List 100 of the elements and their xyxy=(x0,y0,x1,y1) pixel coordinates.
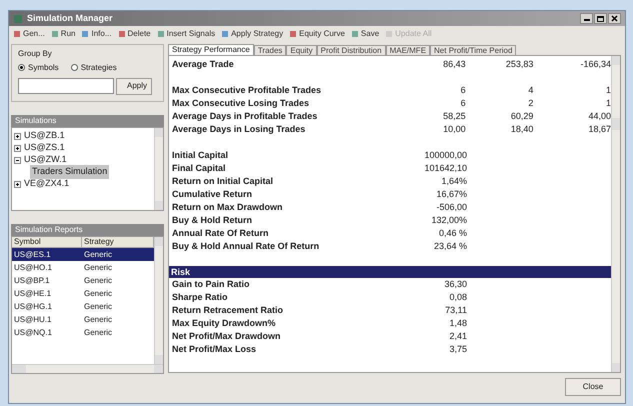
tab[interactable]: Net Profit/Time Period xyxy=(430,45,516,55)
radio-button[interactable]: Strategies xyxy=(70,62,117,74)
app-icon xyxy=(13,14,23,24)
stat-value: 86,43 xyxy=(442,58,466,71)
table-row[interactable]: US@ES.1 Generic xyxy=(12,248,154,261)
maximize-button[interactable] xyxy=(594,13,607,24)
stat-value: 2 xyxy=(527,96,534,110)
stat-label: Return on Max Drawdown xyxy=(172,200,284,214)
panel-header: Simulations xyxy=(11,115,164,127)
tab[interactable]: Equity xyxy=(286,45,317,55)
radio-button[interactable]: Symbols xyxy=(18,62,59,74)
stat-label: Cumulative Return xyxy=(172,188,254,201)
toolbar-icon xyxy=(289,30,298,38)
stat-value: -506,00 xyxy=(435,200,467,214)
toolbar-icon xyxy=(50,30,59,38)
stat-label: Initial Capital xyxy=(172,148,230,162)
stat-label: Sharpe Ratio xyxy=(172,290,229,304)
stat-value: 60,29 xyxy=(510,110,534,123)
stat-label: Max Equity Drawdown% xyxy=(172,316,277,330)
tree-item[interactable]: US@ZB.1 xyxy=(23,129,66,143)
toolbar-icon xyxy=(385,30,394,38)
toolbar-button[interactable]: Insert Signals xyxy=(156,28,216,40)
stat-value: 1 xyxy=(604,96,611,110)
stat-label: Return Retracement Ratio xyxy=(172,304,284,317)
toolbar-icon xyxy=(118,30,126,38)
scrollbar[interactable] xyxy=(12,364,163,373)
toolbar-icon xyxy=(350,30,359,38)
stat-value: 4 xyxy=(527,84,534,97)
tab[interactable]: MAE/MFE xyxy=(386,45,430,55)
tab[interactable]: Profit Distribution xyxy=(316,45,386,55)
toolbar-button[interactable]: Run xyxy=(50,28,76,40)
stat-label: Net Profit/Max Drawdown xyxy=(172,330,282,343)
stat-label: Annual Rate Of Return xyxy=(172,226,270,240)
stat-value: 2,41 xyxy=(448,330,467,343)
stat-value: 1,64% xyxy=(440,174,467,188)
stat-value: 6 xyxy=(460,96,466,110)
toolbar-icon xyxy=(81,30,90,38)
stat-value: 101642,10 xyxy=(423,162,467,175)
toolbar-button[interactable]: Gen... xyxy=(13,28,45,40)
stat-label: Average Days in Profitable Trades xyxy=(172,110,318,123)
stat-value: 0,46 % xyxy=(438,226,467,240)
scrollbar[interactable] xyxy=(154,237,163,364)
stat-value: 1 xyxy=(604,84,611,97)
tab[interactable]: Trades xyxy=(254,45,286,55)
scrollbar[interactable] xyxy=(154,128,163,210)
tree-item[interactable]: Traders Simulation xyxy=(30,165,110,179)
stat-label: Buy & Hold Return xyxy=(172,214,253,227)
stat-value: 6 xyxy=(460,84,466,97)
table-row[interactable]: US@NQ.1 Generic xyxy=(12,326,154,339)
stat-label: Average Trade xyxy=(172,58,235,71)
toolbar-icon xyxy=(13,30,21,38)
stat-value: 10,00 xyxy=(442,122,466,136)
stat-label: Max Consecutive Losing Trades xyxy=(172,96,310,110)
stat-value: 253,83 xyxy=(504,58,534,71)
minimize-button[interactable] xyxy=(580,13,593,24)
stat-value: 73,11 xyxy=(444,304,467,317)
table-row[interactable]: US@HG.1 Generic xyxy=(12,300,154,313)
toolbar-icon xyxy=(221,30,230,38)
minus-icon[interactable] xyxy=(14,156,21,164)
stat-label: Final Capital xyxy=(172,162,227,175)
stat-value: 100000,00 xyxy=(423,148,467,162)
stat-value: 1,48 xyxy=(448,316,467,330)
tree-item[interactable]: US@ZS.1 xyxy=(23,141,66,155)
stat-value: -166,34 xyxy=(579,58,611,71)
stat-label: Return on Initial Capital xyxy=(172,174,274,188)
stat-label: Buy & Hold Annual Rate Of Return xyxy=(172,240,320,253)
close-icon xyxy=(611,15,618,22)
group-title: Group By xyxy=(18,49,52,58)
tab[interactable]: Strategy Performance xyxy=(168,44,254,55)
plus-icon[interactable] xyxy=(14,144,21,152)
close-button[interactable] xyxy=(608,13,621,24)
stat-value: 44,00 xyxy=(587,110,611,123)
table-row[interactable]: US@BP.1 Generic xyxy=(12,274,154,287)
stat-label: Max Consecutive Profitable Trades xyxy=(172,84,322,97)
column-header[interactable]: Symbol xyxy=(12,237,82,248)
section-header: Risk xyxy=(169,266,611,278)
stat-value: 132,00% xyxy=(430,214,467,227)
toolbar-button[interactable]: Equity Curve xyxy=(289,28,345,40)
toolbar-button[interactable]: Apply Strategy xyxy=(221,28,284,40)
column-header[interactable]: Strategy xyxy=(82,237,154,248)
stat-value: 23,64 % xyxy=(432,240,467,253)
plus-icon[interactable] xyxy=(14,180,21,188)
tree-item[interactable]: VE@ZX4.1 xyxy=(23,177,70,191)
toolbar-button[interactable]: Delete xyxy=(118,28,151,40)
apply-button[interactable]: Apply xyxy=(116,78,152,94)
plus-icon[interactable] xyxy=(14,132,21,140)
table-row[interactable]: US@HO.1 Generic xyxy=(12,261,154,274)
scrollbar[interactable] xyxy=(611,56,620,372)
toolbar-icon xyxy=(156,30,165,38)
toolbar-button[interactable]: Info... xyxy=(81,28,112,40)
stat-label: Net Profit/Max Loss xyxy=(172,342,258,356)
stat-value: 36,30 xyxy=(443,278,467,291)
stat-value: 58,25 xyxy=(442,110,466,123)
table-row[interactable]: US@HE.1 Generic xyxy=(12,287,154,300)
table-row[interactable]: US@HU.1 Generic xyxy=(12,313,154,326)
toolbar-button[interactable]: Save xyxy=(350,28,380,40)
close-dialog-button[interactable]: Close xyxy=(565,378,621,396)
tree-item[interactable]: US@ZW.1 xyxy=(23,153,68,167)
window-title: Simulation Manager xyxy=(27,12,113,25)
filter-field[interactable] xyxy=(18,78,114,94)
